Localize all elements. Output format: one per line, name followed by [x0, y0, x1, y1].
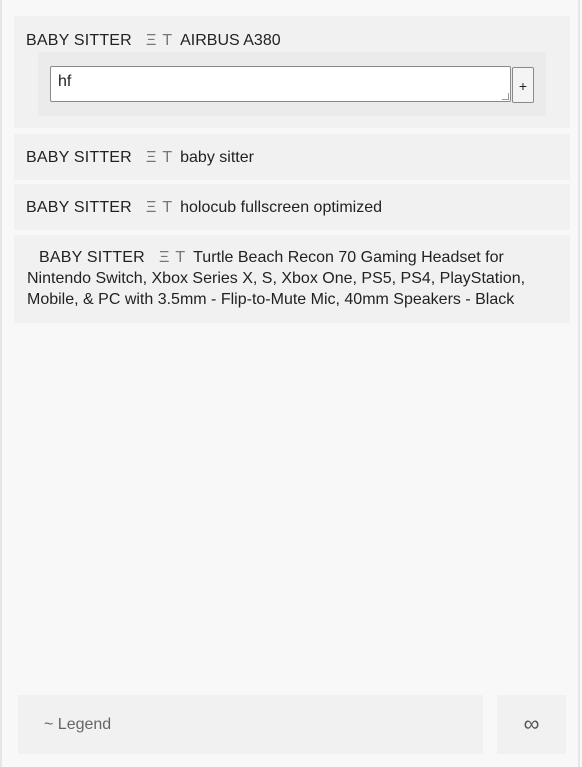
text-icon[interactable]: T [162, 149, 172, 166]
entry-item[interactable]: BABY SITTER Ξ Tholocub fullscreen optimize… [14, 184, 570, 230]
text-icon[interactable]: T [162, 32, 172, 49]
add-button[interactable]: + [512, 67, 534, 103]
entry-line: BABY SITTER Ξ Tbaby sitter [26, 147, 266, 168]
entry-text: holocub fullscreen optimized [180, 199, 383, 216]
entry-line: BABY SITTER Ξ T AIRBUS A380 [26, 30, 293, 51]
menu-icon[interactable]: Ξ [159, 249, 169, 266]
entry-tag: BABY SITTER [26, 199, 132, 216]
text-icon[interactable]: T [175, 249, 185, 266]
entry-text: AIRBUS A380 [180, 32, 281, 49]
entry-text: baby sitter [180, 149, 254, 166]
entry-line: BABY SITTER Ξ T Turtle Beach Recon 70 Gamin… [27, 247, 560, 310]
entry-item[interactable]: BABY SITTER Ξ T Turtle Beach Recon 70 Gamin… [14, 235, 570, 323]
entry-input-value: hf [58, 73, 72, 90]
entry-line: BABY SITTER Ξ Tholocub fullscreen optimize… [26, 197, 394, 218]
menu-icon[interactable]: Ξ [146, 32, 156, 49]
entry-item[interactable]: BABY SITTER Ξ T AIRBUS A380 hf + [14, 16, 570, 128]
text-icon[interactable]: T [162, 199, 172, 216]
infinity-button[interactable]: ∞ [497, 695, 566, 754]
input-row: hf + [38, 52, 546, 116]
entry-tag: BABY SITTER [26, 32, 132, 49]
menu-icon[interactable]: Ξ [146, 149, 156, 166]
entry-input[interactable]: hf [50, 66, 511, 102]
entry-tag: BABY SITTER [39, 249, 145, 266]
entry-tag: BABY SITTER [26, 149, 132, 166]
menu-icon[interactable]: Ξ [146, 199, 156, 216]
panel: BABY SITTER Ξ T AIRBUS A380 hf + BABY SITTE… [0, 0, 580, 767]
resize-handle-icon[interactable] [502, 93, 509, 100]
entry-item[interactable]: BABY SITTER Ξ Tbaby sitter [14, 134, 570, 180]
legend-toggle[interactable]: ~ Legend [18, 695, 483, 754]
